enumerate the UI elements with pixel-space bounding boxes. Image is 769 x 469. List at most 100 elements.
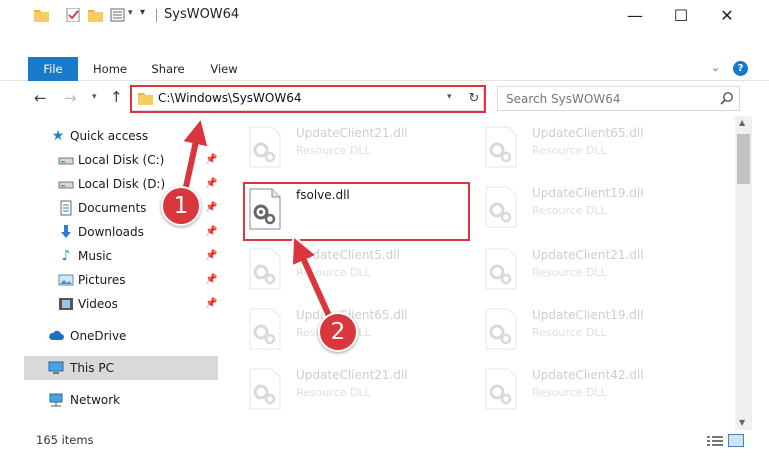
dll-file-icon (249, 126, 281, 168)
tab-view[interactable]: View (200, 57, 248, 81)
address-bar-highlight (130, 85, 486, 113)
dll-file-icon (249, 368, 281, 410)
file-tile[interactable]: UpdateClient65.dll Resource DLL (472, 120, 702, 176)
sidebar-item-music[interactable]: ♪ Music 📌 (24, 244, 218, 268)
sidebar-item-label: Music (78, 249, 113, 263)
sidebar-item-quick-access[interactable]: ★ Quick access (24, 124, 218, 148)
scrollbar-thumb[interactable] (737, 134, 750, 184)
search-input[interactable]: Search SysWOW64 (497, 86, 740, 111)
file-type: Resource DLL (532, 204, 607, 217)
tab-file[interactable]: File (28, 57, 78, 81)
music-icon: ♪ (61, 248, 71, 264)
file-type: Resource DLL (296, 266, 371, 279)
file-list-pane: UpdateClient21.dll Resource DLL fsolve.d… (232, 116, 735, 428)
pin-icon[interactable]: 📌 (205, 250, 217, 261)
pin-icon[interactable]: 📌 (205, 226, 217, 237)
download-icon (61, 225, 71, 238)
folder-icon[interactable] (34, 8, 49, 22)
sidebar-item-label: Local Disk (D:) (78, 177, 166, 191)
videos-icon (59, 298, 73, 310)
dll-file-icon (485, 308, 517, 350)
expand-ribbon-chevron-icon[interactable]: ⌄ (711, 61, 720, 74)
sidebar-item-label: Pictures (78, 273, 126, 287)
search-placeholder: Search SysWOW64 (506, 92, 621, 106)
new-folder-icon[interactable] (88, 8, 103, 22)
minimize-button[interactable]: — (612, 0, 658, 30)
customize-toolbar-arrow-icon[interactable]: ▾ (128, 8, 133, 18)
back-arrow-icon[interactable]: ← (34, 89, 47, 107)
scroll-down-arrow-icon[interactable]: ▼ (739, 418, 745, 427)
file-highlight (243, 182, 470, 241)
scroll-up-arrow-icon[interactable]: ▲ (739, 118, 745, 127)
network-icon (49, 393, 63, 407)
pin-icon[interactable]: 📌 (205, 202, 217, 213)
title-separator (156, 9, 157, 22)
recent-locations-chevron-icon[interactable]: ▾ (92, 92, 97, 102)
help-icon[interactable]: ? (733, 61, 748, 76)
sidebar-item-onedrive[interactable]: OneDrive (24, 324, 218, 348)
minimize-icon: — (627, 5, 643, 25)
file-type: Resource DLL (532, 326, 607, 339)
file-tile[interactable]: UpdateClient21.dll Resource DLL (236, 362, 466, 418)
file-tile[interactable]: UpdateClient21.dll Resource DLL (472, 242, 702, 298)
dll-file-icon (485, 186, 517, 228)
sidebar-item-pictures[interactable]: Pictures 📌 (24, 268, 218, 292)
star-icon: ★ (51, 128, 65, 144)
pin-icon[interactable]: 📌 (205, 178, 217, 189)
pin-icon[interactable]: 📌 (205, 274, 217, 285)
properties-icon[interactable] (110, 8, 125, 22)
step-2-callout: 2 (318, 312, 358, 352)
dll-file-icon (485, 368, 517, 410)
forward-arrow-icon[interactable]: → (64, 89, 77, 107)
quick-access-dropdown-icon[interactable]: ▾ (140, 7, 145, 18)
file-tile[interactable]: UpdateClient19.dll Resource DLL (472, 180, 702, 236)
file-name: UpdateClient42.dll (532, 368, 644, 382)
step-1-callout: 1 (161, 186, 201, 226)
maximize-button[interactable]: ☐ (658, 0, 704, 30)
pictures-icon (58, 274, 74, 286)
file-name: UpdateClient21.dll (532, 248, 644, 262)
file-name: UpdateClient65.dll (532, 126, 644, 140)
dll-file-icon (249, 308, 281, 350)
file-tile[interactable]: UpdateClient19.dll Resource DLL (472, 302, 702, 358)
up-arrow-icon[interactable]: ↑ (110, 88, 123, 106)
file-type: Resource DLL (532, 266, 607, 279)
file-name: UpdateClient19.dll (532, 308, 644, 322)
sidebar-item-label: Local Disk (C:) (78, 153, 165, 167)
sidebar-item-videos[interactable]: Videos 📌 (24, 292, 218, 316)
sidebar-item-label: OneDrive (70, 329, 127, 343)
file-type: Resource DLL (296, 144, 371, 157)
file-type: Resource DLL (532, 386, 607, 399)
pin-icon[interactable]: 📌 (205, 154, 217, 165)
sidebar-item-label: Documents (78, 201, 147, 215)
file-name: UpdateClient19.dll (532, 186, 644, 200)
drive-icon (58, 181, 74, 189)
pin-icon[interactable]: 📌 (205, 298, 217, 309)
search-icon[interactable] (720, 91, 734, 105)
sidebar-item-label: This PC (70, 361, 114, 375)
computer-icon (48, 361, 64, 374)
large-icons-view-icon[interactable] (728, 434, 744, 447)
sidebar-item-network[interactable]: Network (24, 388, 218, 412)
tab-home[interactable]: Home (84, 57, 136, 81)
sidebar-item-local-disk-c[interactable]: Local Disk (C:) 📌 (24, 148, 218, 172)
file-explorer-window: ▾ ▾ SysWOW64 — ☐ ✕ File Home Share View … (0, 0, 769, 469)
sidebar-item-label: Network (70, 393, 121, 407)
documents-icon (60, 200, 72, 216)
file-type: Resource DLL (532, 144, 607, 157)
file-tile[interactable]: UpdateClient5.dll Resource DLL (236, 242, 466, 298)
tab-share[interactable]: Share (142, 57, 194, 81)
file-name: UpdateClient5.dll (296, 248, 400, 262)
cloud-icon (49, 330, 64, 340)
details-view-icon[interactable] (707, 435, 723, 447)
file-tile[interactable]: UpdateClient42.dll Resource DLL (472, 362, 702, 418)
file-tile[interactable]: UpdateClient21.dll Resource DLL (236, 120, 466, 176)
check-properties-icon[interactable] (66, 8, 81, 22)
item-count: 165 items (36, 433, 94, 447)
sidebar-item-label: Videos (78, 297, 118, 311)
dll-file-icon (485, 248, 517, 290)
sidebar-item-this-pc[interactable]: This PC (24, 356, 218, 380)
close-button[interactable]: ✕ (704, 0, 750, 30)
drive-icon (58, 157, 74, 165)
file-type: Resource DLL (296, 386, 371, 399)
